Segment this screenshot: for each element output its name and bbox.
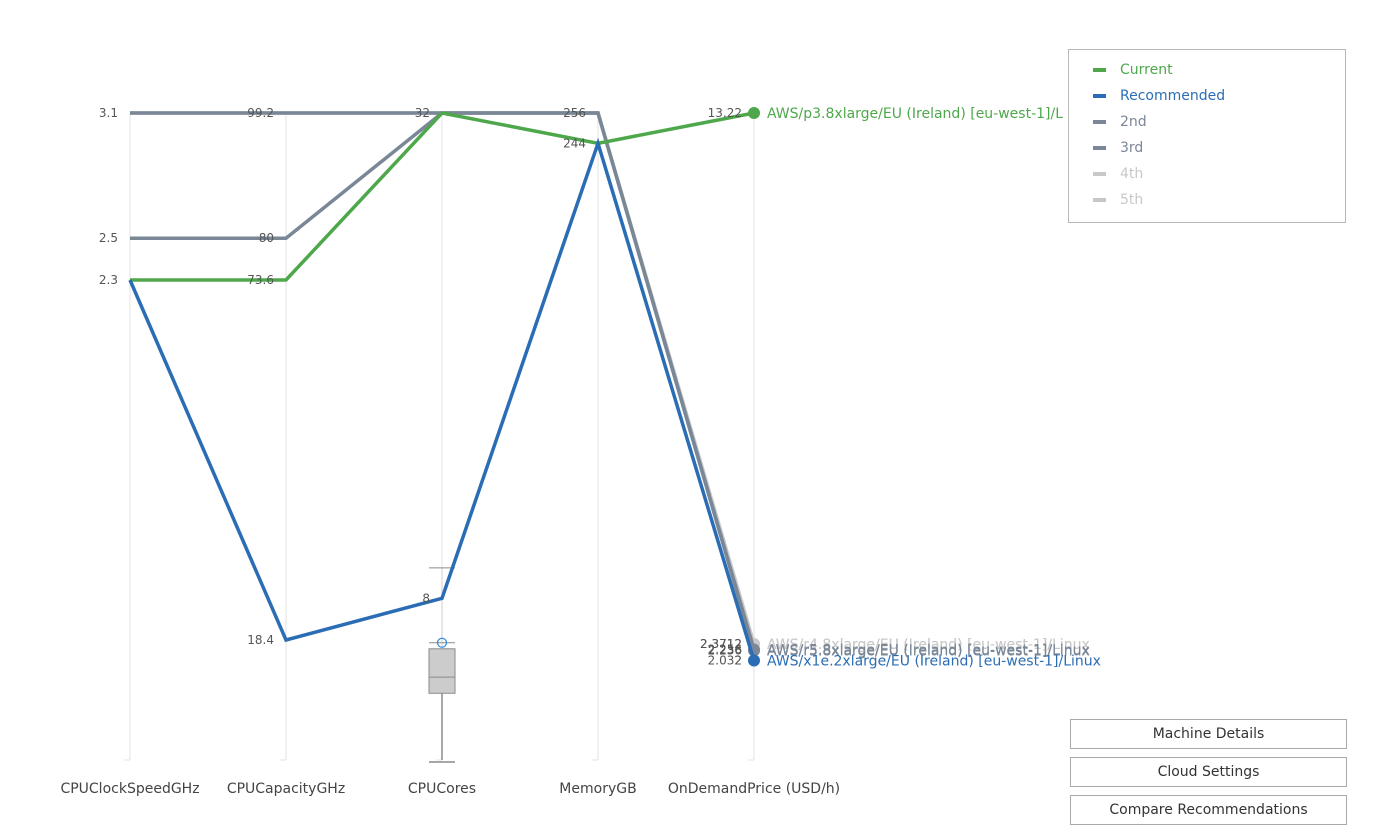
series-end-label: AWS/p3.8xlarge/EU (Ireland) [eu-west-1]/… — [767, 106, 1063, 122]
value-label: 256 — [563, 106, 586, 120]
value-label: 244 — [563, 136, 586, 150]
value-label: 2.5 — [99, 231, 118, 245]
legend-item-recommended[interactable]: Recommended — [1093, 86, 1225, 106]
legend-swatch-icon — [1093, 120, 1106, 124]
compare-recommendations-button[interactable]: Compare Recommendations — [1070, 795, 1347, 825]
legend-swatch-icon — [1093, 94, 1106, 98]
axis-title: MemoryGB — [559, 781, 636, 797]
legend-item-5th[interactable]: 5th — [1093, 190, 1143, 210]
legend-label: 5th — [1120, 192, 1144, 208]
value-label: 2.3 — [99, 273, 118, 287]
legend-swatch-icon — [1093, 172, 1106, 176]
value-label: 3.1 — [99, 106, 118, 120]
series-end-marker — [748, 654, 760, 667]
legend-item-3rd[interactable]: 3rd — [1093, 138, 1143, 158]
value-label: 32 — [415, 106, 430, 120]
legend-item-current[interactable]: Current — [1093, 60, 1173, 80]
cloud-settings-button[interactable]: Cloud Settings — [1070, 757, 1347, 787]
value-label: 99.2 — [247, 106, 274, 120]
legend-swatch-icon — [1093, 198, 1106, 202]
machine-details-button[interactable]: Machine Details — [1070, 719, 1347, 749]
series-end-marker — [748, 107, 760, 119]
axis-title: CPUCores — [408, 781, 476, 797]
legend-label: 2nd — [1120, 114, 1147, 130]
legend-item-4th[interactable]: 4th — [1093, 164, 1143, 184]
value-label: 2 — [734, 654, 742, 668]
value-label: 73.6 — [247, 273, 274, 287]
legend-label: 3rd — [1120, 140, 1144, 156]
legend-label: 4th — [1120, 166, 1144, 182]
axis-title: OnDemandPrice (USD/h) — [668, 781, 840, 797]
value-label: 8 — [422, 591, 430, 605]
axis-title: CPUClockSpeedGHz — [60, 781, 199, 797]
legend: Current Recommended 2nd 3rd 4th 5th — [1068, 49, 1346, 223]
series-lines — [128, 107, 760, 667]
value-label: 80 — [259, 231, 274, 245]
axes-layer: CPUClockSpeedGHz CPUCapacityGHz CPUCores Me… — [60, 113, 840, 797]
value-label: 13.22 — [708, 106, 742, 120]
axis-title: CPUCapacityGHz — [227, 781, 345, 797]
legend-label: Recommended — [1120, 88, 1226, 104]
value-label: 18.4 — [247, 633, 274, 647]
series-end-label: AWS/x1e.2xlarge/EU (Ireland) [eu-west-1]… — [767, 654, 1101, 670]
legend-swatch-icon — [1093, 68, 1106, 72]
legend-item-2nd[interactable]: 2nd — [1093, 112, 1147, 132]
legend-label: Current — [1120, 62, 1173, 78]
value-labels: AWS/r4.8xlarge/EU (Ireland) [eu-west-1]/… — [99, 106, 1101, 670]
box-iqr — [428, 648, 456, 694]
legend-swatch-icon — [1093, 146, 1106, 150]
